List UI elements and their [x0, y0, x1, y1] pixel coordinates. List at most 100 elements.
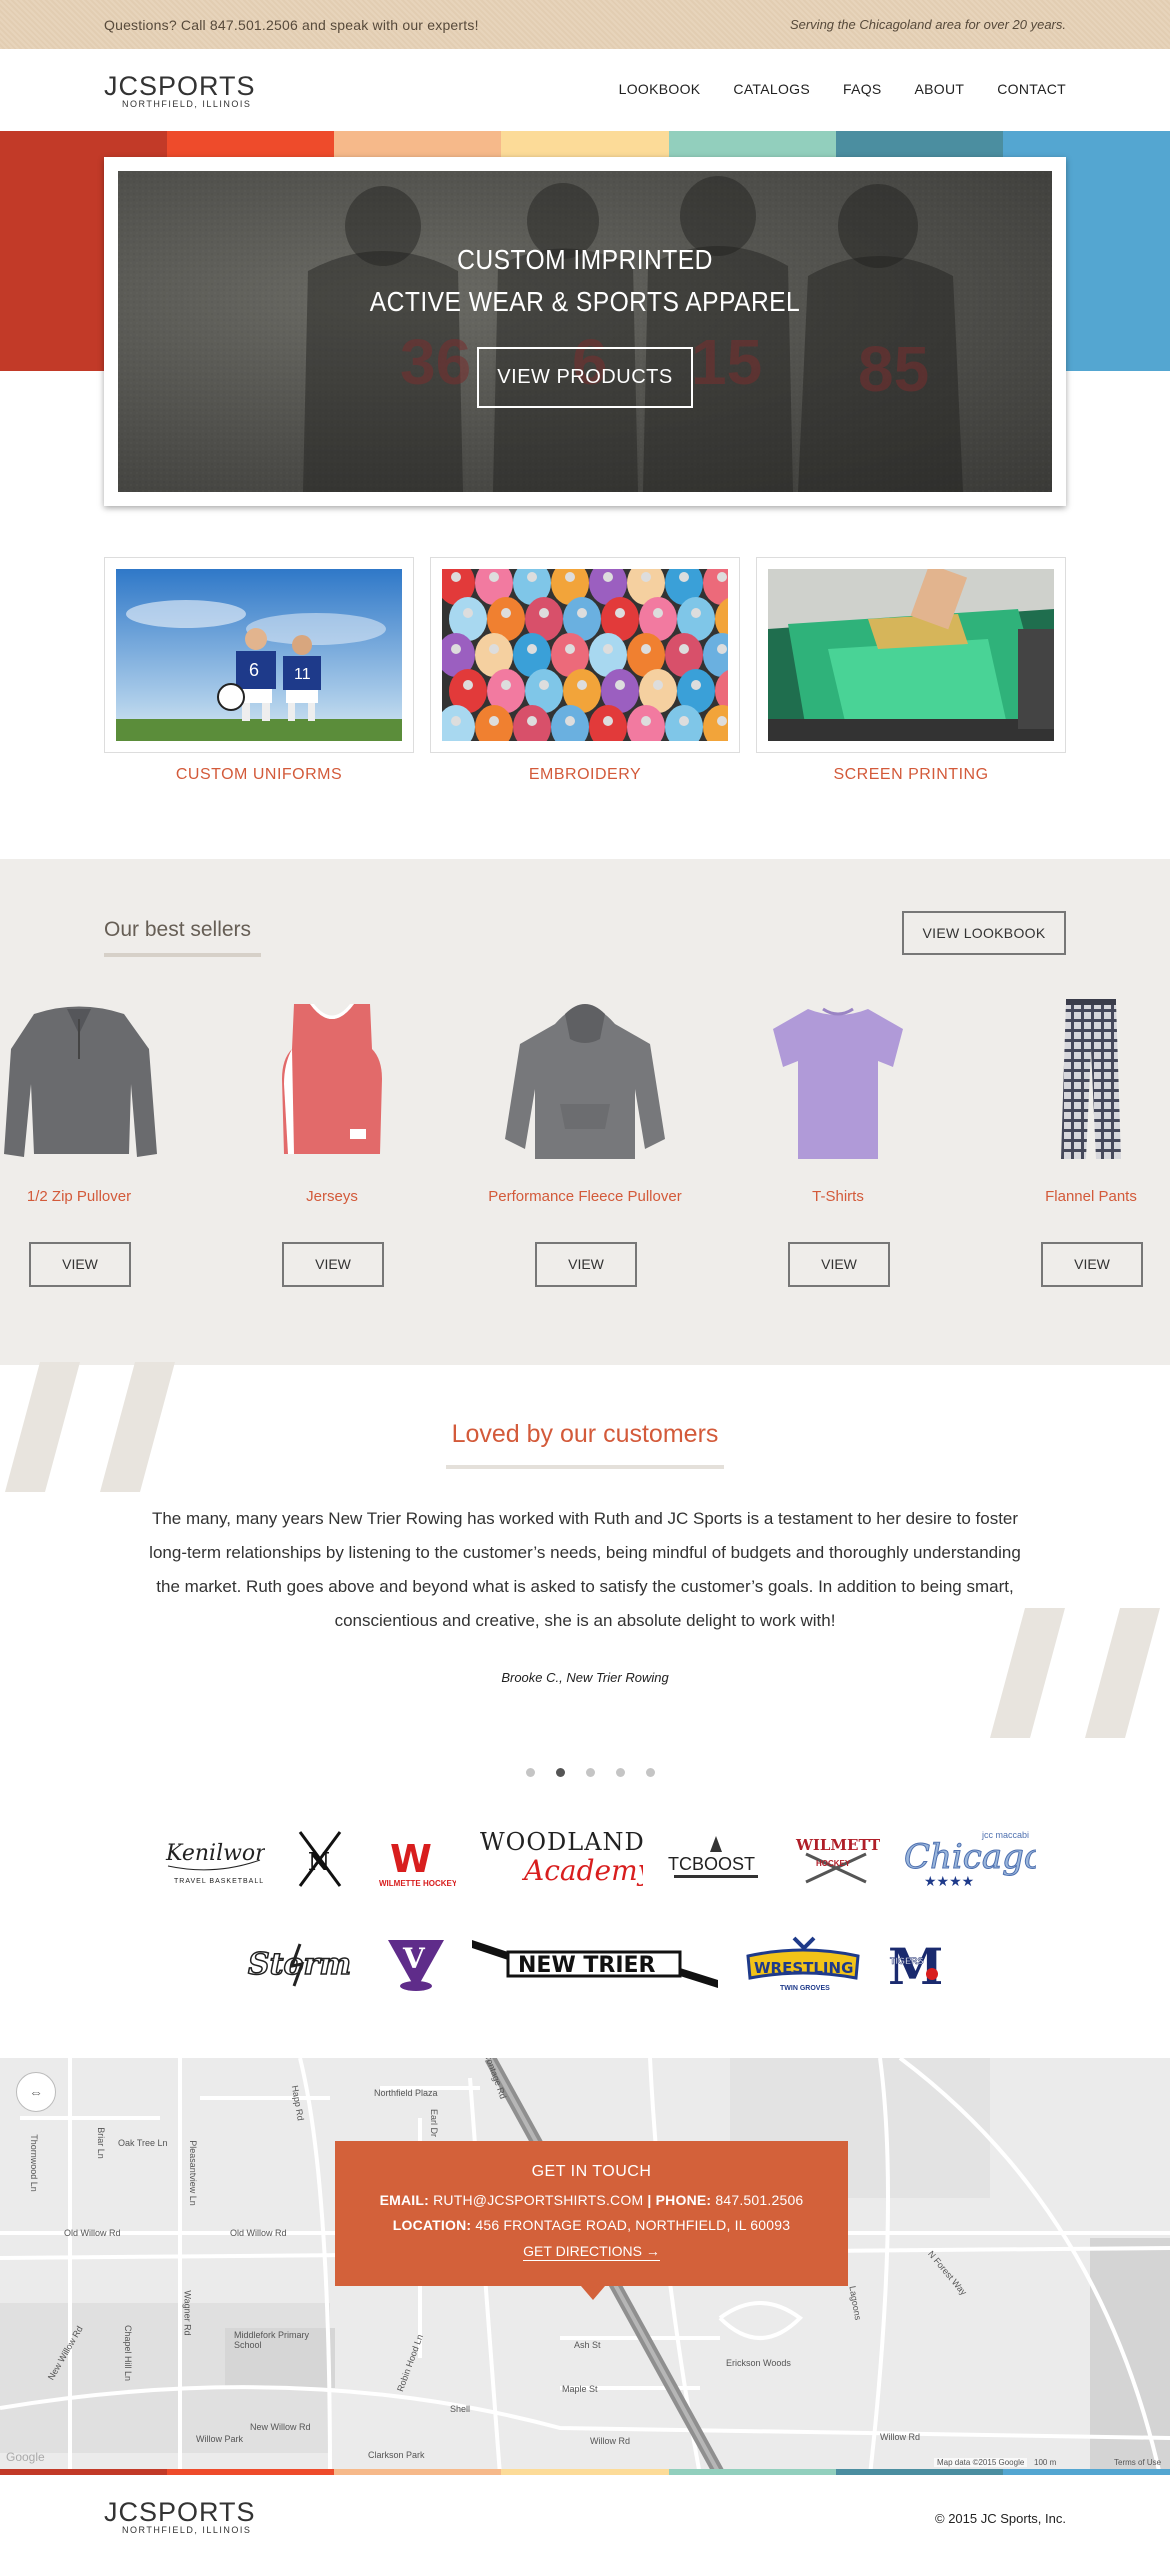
contact-location-line: LOCATION: 456 FRONTAGE ROAD, NORTHFIELD,… [335, 2217, 848, 2233]
best-sellers-title: Our best sellers [104, 918, 252, 941]
right-color-band [1066, 157, 1170, 371]
slider-dot[interactable] [616, 1768, 625, 1777]
site-logo[interactable]: JCSPORTS NORTHFIELD, ILLINOIS [104, 71, 256, 110]
jersey-image[interactable] [232, 989, 432, 1169]
map-label: Old Willow Rd [230, 2228, 287, 2238]
hero-title-line1: CUSTOM IMPRINTED [457, 244, 713, 275]
client-text: TIGERS [890, 1956, 924, 1966]
map-label: Shell [450, 2404, 471, 2414]
view-product-button[interactable]: VIEW [535, 1242, 637, 1287]
product-name[interactable]: Jerseys [232, 1188, 432, 1205]
map-label: Old Willow Rd [64, 2228, 121, 2238]
color-stripe [0, 131, 1170, 157]
map-label: New Willow Rd [250, 2422, 311, 2432]
client-logo-wrestling-twin-groves: WRESTLING TWIN GROVES [744, 1934, 862, 1996]
flannel-pants-image[interactable] [991, 989, 1170, 1169]
logo-tagline: NORTHFIELD, ILLINOIS [122, 2525, 252, 2535]
email-link[interactable]: RUTH@JCSPORTSHIRTS.COM [433, 2192, 643, 2208]
map-label: Wagner Rd [182, 2290, 193, 2336]
client-logo-tcboost: TCBOOST [664, 1834, 768, 1884]
service-label-uniforms[interactable]: CUSTOM UNIFORMS [104, 766, 414, 784]
view-product-button[interactable]: VIEW [1041, 1242, 1143, 1287]
phone-link[interactable]: 847.501.2506 [715, 2192, 803, 2208]
slider-dot-active[interactable] [556, 1768, 565, 1777]
nav-contact[interactable]: CONTACT [997, 81, 1066, 97]
get-directions-link[interactable]: GET DIRECTIONS → [523, 2243, 660, 2261]
client-text: WILMETTE [795, 1836, 880, 1854]
best-sellers-section: Our best sellers VIEW LOOKBOOK 1/2 Zip P… [0, 859, 1170, 1365]
client-text: WOODLANDS [480, 1828, 643, 1856]
separator: | [647, 2192, 652, 2208]
slider-dot[interactable] [526, 1768, 535, 1777]
client-logo-wilmette-hockey: W WILMETTE HOCKEY [376, 1830, 456, 1890]
product-name[interactable]: 1/2 Zip Pullover [0, 1188, 179, 1205]
client-text: V [402, 1942, 426, 1975]
stripe-segment [334, 131, 502, 157]
thread-spools-image [442, 569, 728, 741]
contact-info-box: GET IN TOUCH EMAIL: RUTH@JCSPORTSHIRTS.C… [335, 2141, 848, 2286]
slider-dot[interactable] [586, 1768, 595, 1777]
slider-dots [526, 1768, 655, 1777]
product-name[interactable]: Flannel Pants [991, 1188, 1170, 1205]
logo-tagline: NORTHFIELD, ILLINOIS [122, 99, 252, 109]
left-color-band [0, 157, 104, 371]
client-text: TCBOOST [668, 1854, 755, 1874]
client-text: Chicago [904, 1837, 1036, 1877]
view-product-button[interactable]: VIEW [29, 1242, 131, 1287]
map-label: Ash St [574, 2340, 601, 2350]
view-product-button[interactable]: VIEW [788, 1242, 890, 1287]
stripe-segment [668, 131, 836, 157]
map-label: Middlefork Primary School [234, 2330, 310, 2350]
nav-about[interactable]: ABOUT [915, 81, 965, 97]
product-name[interactable]: Performance Fleece Pullover [485, 1188, 685, 1205]
service-area-message: Serving the Chicagoland area for over 20… [789, 17, 1066, 32]
nav-lookbook[interactable]: LOOKBOOK [619, 81, 701, 97]
testimonial-author: Brooke C., New Trier Rowing [501, 1670, 669, 1685]
logo-wordmark: JCSPORTS [104, 2497, 256, 2527]
stripe-segment [835, 131, 1003, 157]
footer-logo[interactable]: JCSPORTS NORTHFIELD, ILLINOIS [104, 2497, 256, 2536]
copyright: © 2015 JC Sports, Inc. [935, 2511, 1066, 2526]
map-label: Earl Dr [429, 2108, 440, 2138]
site-footer: JCSPORTS NORTHFIELD, ILLINOIS © 2015 JC … [0, 2475, 1170, 2558]
client-text: WILMETTE HOCKEY [379, 1879, 456, 1888]
map-label: Willow Park [196, 2434, 244, 2444]
svg-text:15: 15 [691, 326, 762, 398]
stripe-segment [0, 131, 168, 157]
client-logo-storm: Storm [244, 1936, 360, 1992]
service-label-screen-printing[interactable]: SCREEN PRINTING [756, 766, 1066, 784]
location-address: 456 FRONTAGE ROAD, NORTHFIELD, IL 60093 [475, 2217, 791, 2233]
view-product-button[interactable]: VIEW [282, 1242, 384, 1287]
map-terms-link[interactable]: Terms of Use [1114, 2458, 1161, 2467]
hero-title: CUSTOM IMPRINTED ACTIVE WEAR & SPORTS AP… [174, 239, 996, 323]
service-card-uniforms[interactable]: 6 11 [104, 557, 414, 753]
fleece-pullover-image[interactable] [485, 989, 685, 1169]
map-label: Erickson Woods [726, 2358, 791, 2368]
logo-wordmark: JCSPORTS [104, 71, 256, 101]
nav-catalogs[interactable]: CATALOGS [733, 81, 810, 97]
service-label-embroidery[interactable]: EMBROIDERY [430, 766, 740, 784]
view-products-button[interactable]: VIEW PRODUCTS [477, 347, 693, 408]
zip-pullover-image[interactable] [0, 989, 179, 1169]
testimonial-text: The many, many years New Trier Rowing ha… [149, 1509, 1021, 1630]
contact-box-pointer [581, 2286, 605, 2300]
product-name[interactable]: T-Shirts [738, 1188, 938, 1205]
map-label: Oak Tree Ln [118, 2138, 168, 2148]
phone-label: PHONE: [655, 2192, 712, 2208]
title-underline [104, 953, 261, 957]
slider-dot[interactable] [646, 1768, 655, 1777]
contact-heading: GET IN TOUCH [531, 2163, 652, 2180]
service-card-screen-printing[interactable] [756, 557, 1066, 753]
nav-faqs[interactable]: FAQS [843, 81, 882, 97]
map-label: Briar Ln [95, 2127, 106, 2159]
phone-message: Questions? Call 847.501.2506 and speak w… [104, 17, 479, 33]
product-card: Jerseys VIEW [232, 989, 432, 1329]
service-card-embroidery[interactable] [430, 557, 740, 753]
client-text: NEW TRIER [518, 1953, 656, 1978]
hero-image: 36 6 15 85 CUSTOM IMPRINTED ACTIVE WEAR … [118, 171, 1052, 492]
client-text: Academy [521, 1854, 643, 1887]
map-label: Thornwood Ln [28, 2134, 39, 2192]
tshirt-image[interactable] [738, 989, 938, 1169]
view-lookbook-button[interactable]: VIEW LOOKBOOK [902, 911, 1066, 955]
map-pan-control[interactable]: ⇔ [16, 2072, 56, 2112]
